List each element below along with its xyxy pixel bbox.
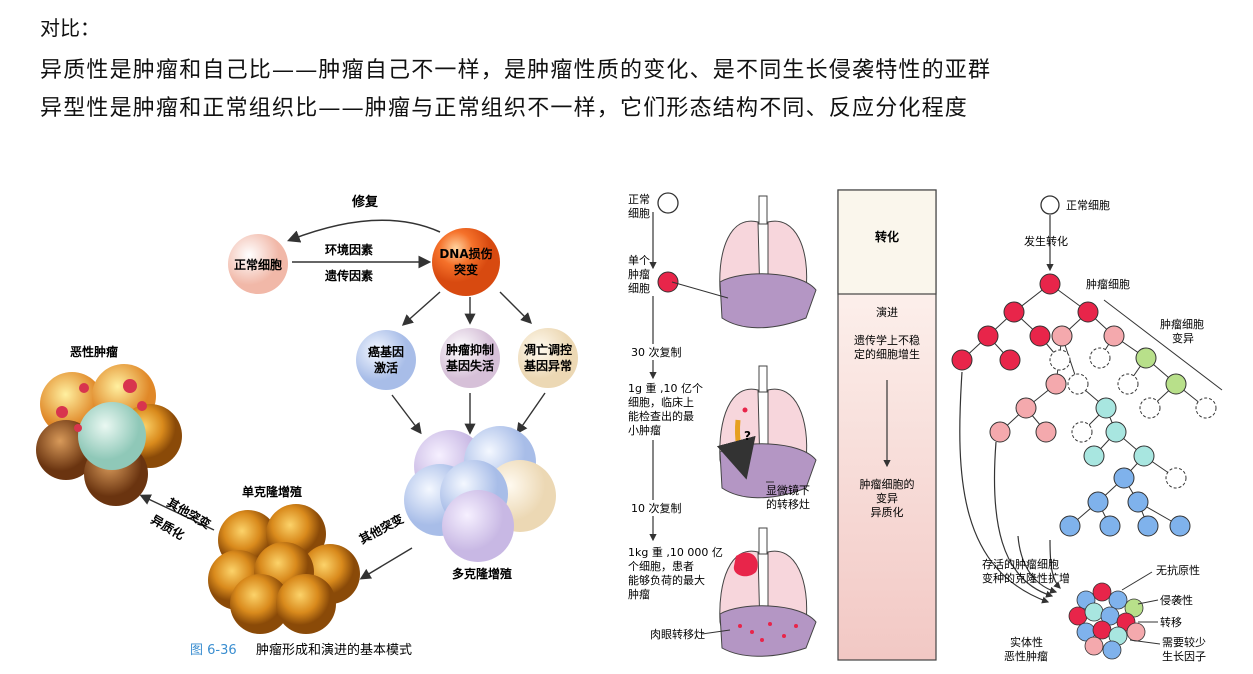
solid-tumor-label-1: 实体性 [1010,635,1043,649]
right-normal-label: 正常细胞 [1066,199,1110,212]
no-antigen-label: 无抗原性 [1156,563,1200,577]
suppressor-label-2: 基因失活 [445,358,494,373]
repair-arrow [287,219,441,243]
arrow-to-onco [401,291,441,326]
arrow-poly-mono [359,547,413,580]
suppressor-ball [440,328,500,388]
apoptosis-label-2: 基因异常 [523,358,572,373]
g1-label-2: 细胞，临床上 [628,395,694,409]
box-variant-label-1: 肿瘤细胞的 [860,477,915,491]
arrow-to-apop [499,291,532,324]
metastasis-label: 转移 [1160,615,1182,629]
kg1-label-2: 个细胞，患者 [628,560,694,573]
polyclonal-cluster [404,426,556,562]
figure-canvas: 修复 正常细胞 环境因素 遗传因素 DNA损伤 突变 癌基因 激活 肿瘤抑制 基… [36,189,1223,663]
mid-normal-label-1: 正常 [628,193,650,206]
dna-damage-label-1: DNA损伤 [439,246,492,261]
monoclonal-cluster [208,504,360,634]
oncogene-ball [356,330,416,390]
process-column: 转化 演进 遗传学上不稳 定的细胞增生 肿瘤细胞的 变异 异质化 [837,189,937,661]
env-factor-label: 环境因素 [325,242,373,257]
mid-normal-cell [657,192,679,214]
other-mutation-label: 其他突变 [356,511,405,547]
oncogene-label-1: 癌基因 [368,344,404,359]
malignant-cluster [36,364,182,506]
tumor-cell-label: 肿瘤细胞 [1086,277,1130,291]
surviving-label-1: 存活的肿瘤细胞 [982,557,1059,571]
solid-tumor-cluster [1068,582,1146,660]
left-figure: 修复 正常细胞 环境因素 遗传因素 DNA损伤 突变 癌基因 激活 肿瘤抑制 基… [36,194,578,658]
polyclonal-label: 多克隆增殖 [452,566,512,581]
mid-single-label-1: 单个 [628,254,650,267]
dna-damage-label-2: 突变 [454,262,478,277]
unstable-label-2: 定的细胞增生 [854,347,920,361]
occur-transform-label: 发生转化 [1024,234,1068,248]
caption-number: 图 6-36 [190,643,237,658]
suppressor-label-1: 肿瘤抑制 [446,342,494,357]
mid-single-label-2: 肿瘤 [628,267,650,281]
normal-cell-label: 正常细胞 [234,257,282,272]
question-mark: ? [744,429,751,443]
lung-liver-stage-1 [671,195,817,329]
g1-label-4: 小肿瘤 [628,423,661,437]
arrow-apop-poly [516,392,546,435]
g1-label-1: 1g 重 ,10 亿个 [628,381,703,395]
kg1-label-1: 1kg 重 ,10 000 亿 [628,545,723,559]
mid-tumor-cell [657,271,679,293]
rep30-label: 30 次复制 [631,345,682,359]
kg1-label-4: 肿瘤 [628,587,650,601]
malignant-label: 恶性肿瘤 [70,344,118,359]
box-variant-label-2: 变异 [876,491,898,505]
less-gf-label-1: 需要较少 [1162,635,1206,649]
apoptosis-label-1: 凋亡调控 [524,342,572,357]
solid-tumor-label-2: 恶性肿瘤 [1004,649,1048,663]
rep10-label: 10 次复制 [631,501,682,515]
oncogene-label-2: 激活 [374,360,398,375]
micro-metastasis-label-2: 的转移灶 [766,497,810,511]
mid-single-label-3: 细胞 [628,282,650,295]
right-figure: 正常细胞 发生转化 肿瘤细胞 肿瘤细胞 变异 存活的肿瘤细胞 变种的克隆性扩增 … [951,195,1223,663]
invasive-label: 侵袭性 [1160,593,1193,607]
right-variant-label-2: 变异 [1172,331,1194,345]
apoptosis-ball [518,328,578,388]
repair-label: 修复 [351,194,379,210]
surviving-label-2: 变种的克隆性扩增 [982,571,1070,585]
arrow-onco-poly [391,394,422,435]
progress-label: 演进 [876,305,898,319]
box-variant-label-3: 异质化 [871,505,904,519]
micro-metastasis-label-1: 显微镜下 [766,483,810,497]
kg1-label-3: 能够负荷的最大 [628,573,705,587]
less-gf-label-2: 生长因子 [1162,649,1206,663]
lung-liver-stage-2: ? [716,365,817,499]
middle-figure: 正常 细胞 单个 肿瘤 细胞 30 次复制 1g 重 ,10 亿个 细胞，临床上… [628,192,817,657]
g1-label-3: 能检查出的最 [628,409,694,423]
right-normal-cell [1040,195,1060,215]
gross-metastasis-label: 肉眼转移灶 [650,627,705,641]
right-variant-label-1: 肿瘤细胞 [1160,317,1204,331]
transform-label: 转化 [875,229,899,244]
unstable-label-1: 遗传学上不稳 [854,333,920,347]
monoclonal-label: 单克隆增殖 [242,484,302,499]
mid-normal-label-2: 细胞 [628,207,650,220]
caption-text: 肿瘤形成和演进的基本模式 [256,642,412,658]
gen-factor-label: 遗传因素 [324,268,373,283]
dna-damage-ball [432,228,500,296]
